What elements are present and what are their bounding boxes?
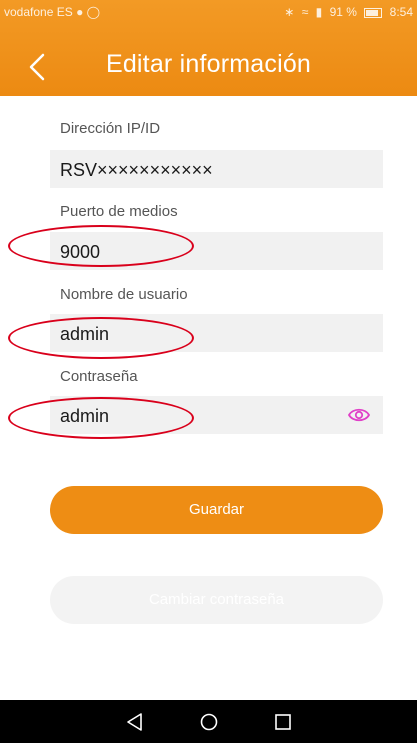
page-title: Editar información [105,50,312,78]
status-bar: vodafone ES ● ◯ ∗ ≈ ▮ 91 % 8:54 [0,0,417,24]
nav-back-icon[interactable] [124,712,146,732]
bluetooth-icon: ∗ [284,5,295,19]
highlight-ellipse-port [8,225,194,267]
nav-recents-icon[interactable] [272,712,294,732]
notification-icon: ● ◯ [76,5,101,19]
carrier-label: vodafone ES [4,5,73,19]
highlight-ellipse-username [8,317,194,359]
ip-value: RSV××××××××××× [60,160,213,180]
password-label: Contraseña [60,368,138,385]
change-password-button[interactable]: Cambiar contraseña [50,576,383,624]
save-button[interactable]: Guardar [50,486,383,534]
wifi-icon: ≈ [301,5,309,19]
highlight-ellipse-password [8,397,194,439]
ip-field[interactable]: RSV××××××××××× [50,150,383,188]
battery-percent: 91 % [329,5,357,19]
eye-icon[interactable] [347,406,371,424]
clock: 8:54 [389,5,413,19]
port-label: Puerto de medios [60,203,178,220]
battery-icon [364,7,383,18]
signal-icon: ▮ [315,5,323,19]
ip-label: Dirección IP/ID [60,120,161,137]
navigation-bar [0,700,417,743]
app-header: vodafone ES ● ◯ ∗ ≈ ▮ 91 % 8:54 Editar i… [0,0,417,96]
user-label: Nombre de usuario [60,286,188,303]
nav-home-icon[interactable] [198,712,220,732]
